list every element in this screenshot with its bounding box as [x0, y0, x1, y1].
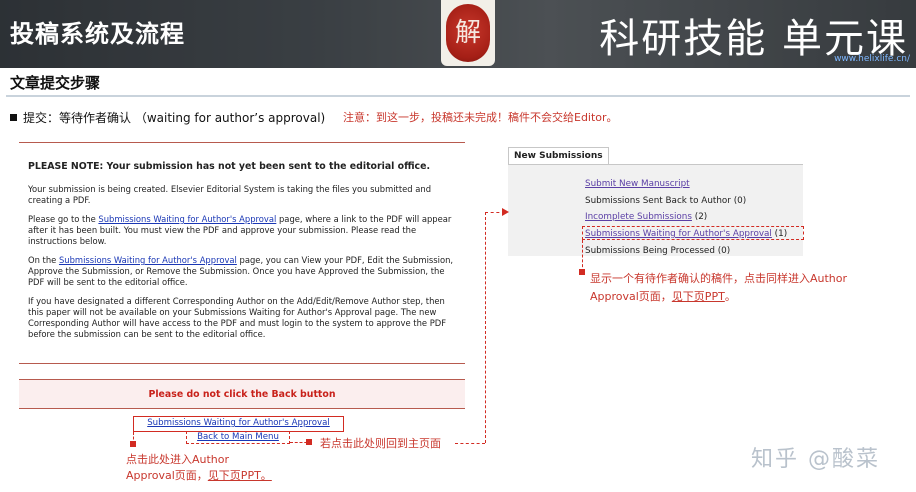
- menu-item-submit-new[interactable]: Submit New Manuscript: [585, 179, 690, 189]
- connector-dot: [130, 441, 136, 447]
- menu-item-incomplete[interactable]: Incomplete Submissions (2): [585, 212, 707, 222]
- back-to-main-menu-link[interactable]: Back to Main Menu: [186, 431, 290, 444]
- annotation-right: 显示一个有待作者确认的稿件，点击同样进入Author Approval页面，见下…: [590, 272, 848, 303]
- annotation-middle: 若点击此处则回到主页面: [320, 437, 441, 450]
- annotation-left: 点击此处进入Author Approval页面，见下页PPT。: [126, 453, 272, 482]
- submission-notice-panel: PLEASE NOTE: Your submission has not yet…: [19, 142, 465, 364]
- waiting-approval-link-inline[interactable]: Submissions Waiting for Author's Approva…: [98, 214, 276, 224]
- section-divider: [6, 95, 910, 97]
- highlight-box: [582, 226, 804, 240]
- connector-dot: [579, 269, 585, 275]
- notice-para-1: Your submission is being created. Elsevi…: [28, 184, 432, 205]
- section-title: 文章提交步骤: [10, 74, 101, 92]
- menu-item-being-processed[interactable]: Submissions Being Processed (0): [585, 246, 730, 256]
- connector-line: [485, 212, 486, 443]
- page-title: 投稿系统及流程: [10, 20, 185, 48]
- notice-para-4: If you have designated a different Corre…: [28, 296, 447, 339]
- connector-line: [455, 443, 485, 444]
- tab-new-submissions[interactable]: New Submissions: [508, 147, 609, 164]
- notice-para-2: Please go to the Submissions Waiting for…: [28, 214, 452, 246]
- step-line: 提交：等待作者确认 （waiting for author’s approval…: [10, 109, 325, 126]
- connector-line: [582, 240, 583, 272]
- arrow-right-icon: [502, 208, 509, 216]
- site-url: www.helixlife.cn/: [834, 54, 910, 64]
- waiting-approval-link[interactable]: Submissions Waiting for Author's Approva…: [133, 416, 344, 432]
- menu-item-sent-back[interactable]: Submissions Sent Back to Author (0): [585, 196, 746, 206]
- seal-logo: 解: [441, 0, 495, 66]
- bullet-icon: [10, 114, 17, 121]
- watermark: 知乎 @酸菜: [751, 447, 880, 472]
- seal-icon: 解: [446, 4, 490, 62]
- warning-note: 注意：到这一步，投稿还未完成！稿件不会交给Editor。: [343, 111, 618, 124]
- step-text: 提交：等待作者确认 （waiting for author’s approval…: [23, 111, 326, 125]
- notice-para-3: On the Submissions Waiting for Author's …: [28, 255, 454, 287]
- new-submissions-menu: Submit New Manuscript Submissions Sent B…: [508, 164, 803, 256]
- waiting-approval-link-inline-2[interactable]: Submissions Waiting for Author's Approva…: [59, 255, 237, 265]
- notice-heading: PLEASE NOTE: Your submission has not yet…: [28, 161, 431, 172]
- connector-dot: [306, 439, 312, 445]
- back-button-warning: Please do not click the Back button: [19, 379, 465, 409]
